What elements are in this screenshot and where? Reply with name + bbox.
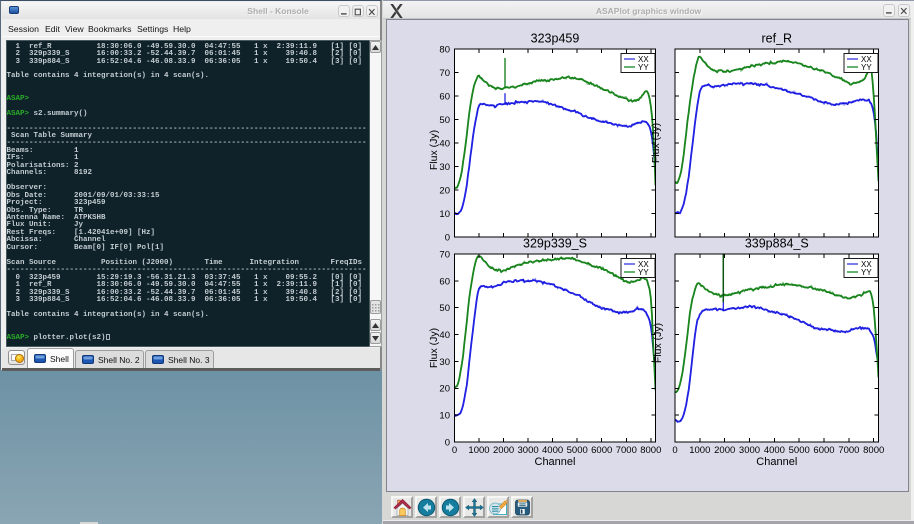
svg-text:30: 30: [439, 357, 450, 368]
svg-text:3000: 3000: [518, 445, 539, 456]
svg-text:3000: 3000: [739, 445, 760, 456]
svg-text:1000: 1000: [689, 445, 710, 456]
svg-text:339p884_S: 339p884_S: [745, 237, 809, 251]
svg-text:Channel: Channel: [535, 456, 576, 468]
svg-text:Flux (Jy): Flux (Jy): [428, 130, 440, 170]
svg-text:7000: 7000: [838, 445, 859, 456]
svg-text:YY: YY: [638, 268, 649, 277]
svg-text:80: 80: [439, 44, 450, 55]
svg-text:6000: 6000: [591, 445, 612, 456]
svg-text:ref_R: ref_R: [762, 32, 793, 46]
svg-text:7000: 7000: [616, 445, 637, 456]
svg-text:70: 70: [439, 249, 450, 260]
svg-text:Flux (Jy): Flux (Jy): [650, 123, 662, 163]
svg-text:5000: 5000: [789, 445, 810, 456]
svg-text:60: 60: [439, 91, 450, 102]
svg-text:10: 10: [439, 209, 450, 220]
svg-text:70: 70: [439, 68, 450, 79]
svg-text:40: 40: [439, 138, 450, 149]
svg-text:10: 10: [439, 411, 450, 422]
svg-text:329p339_S: 329p339_S: [523, 237, 587, 251]
svg-text:YY: YY: [861, 268, 872, 277]
svg-text:0: 0: [445, 437, 450, 448]
svg-text:4000: 4000: [542, 445, 563, 456]
svg-text:323p459: 323p459: [531, 32, 580, 46]
svg-text:Flux (Jy): Flux (Jy): [652, 323, 664, 363]
svg-text:2000: 2000: [714, 445, 735, 456]
svg-text:0: 0: [445, 232, 450, 243]
svg-text:Flux (Jy): Flux (Jy): [428, 328, 440, 368]
svg-text:50: 50: [439, 115, 450, 126]
svg-text:YY: YY: [638, 63, 649, 72]
svg-text:40: 40: [439, 330, 450, 341]
svg-text:60: 60: [439, 276, 450, 287]
svg-text:6000: 6000: [813, 445, 834, 456]
svg-text:8000: 8000: [863, 445, 884, 456]
svg-text:2000: 2000: [493, 445, 514, 456]
svg-text:YY: YY: [861, 63, 872, 72]
svg-text:0: 0: [672, 445, 677, 456]
svg-text:20: 20: [439, 185, 450, 196]
svg-text:50: 50: [439, 303, 450, 314]
svg-text:Channel: Channel: [756, 456, 797, 468]
svg-text:30: 30: [439, 162, 450, 173]
svg-text:1000: 1000: [468, 445, 489, 456]
svg-text:20: 20: [439, 384, 450, 395]
svg-text:4000: 4000: [764, 445, 785, 456]
svg-text:0: 0: [452, 445, 457, 456]
svg-text:8000: 8000: [640, 445, 661, 456]
svg-text:5000: 5000: [567, 445, 588, 456]
